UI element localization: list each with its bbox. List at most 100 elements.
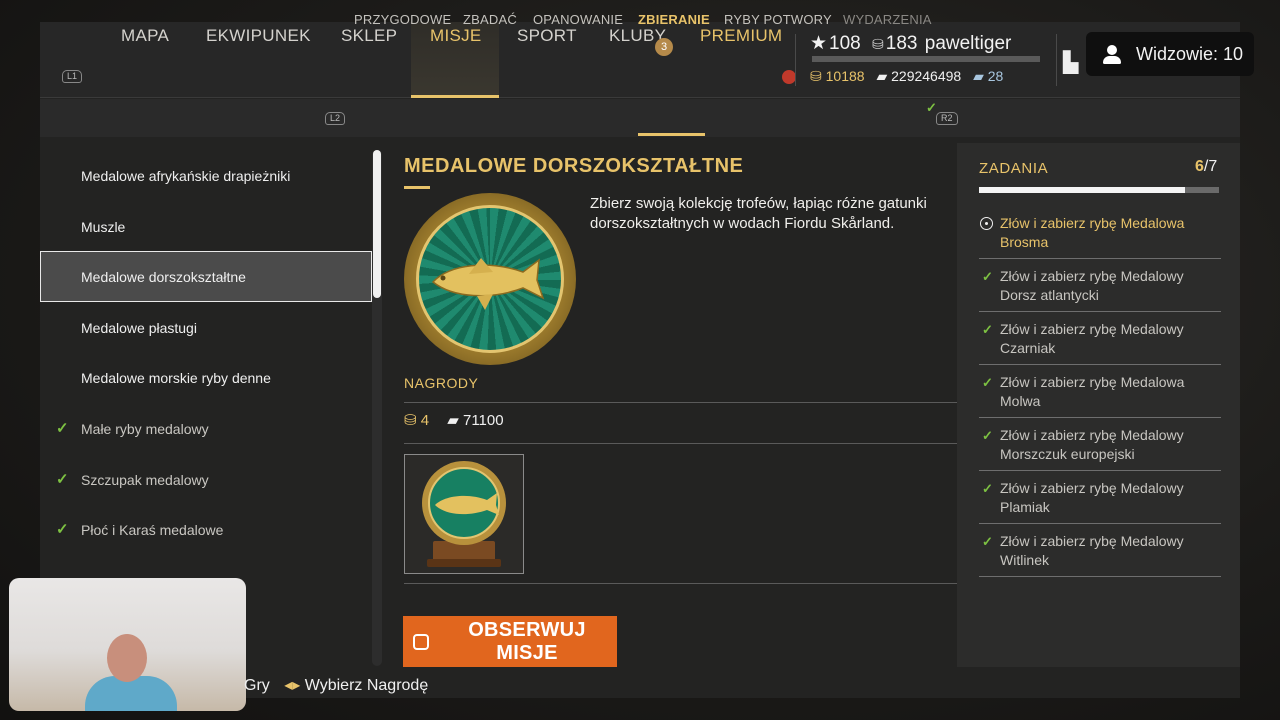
mission-list-item[interactable]: Medalowe afrykańskie drapieżniki <box>40 150 372 201</box>
nav-tab-sport[interactable]: SPORT <box>517 26 577 46</box>
mission-list: Medalowe afrykańskie drapieżniki Muszle … <box>40 150 372 555</box>
r2-button-icon: R2 <box>936 112 958 125</box>
task-item-completed[interactable]: ✓ Złów i zabierz rybę Medalowy Dorsz atl… <box>979 259 1221 312</box>
nav-tab-misje[interactable]: MISJE <box>430 26 482 46</box>
mission-name: Małe ryby medalowy <box>81 420 209 437</box>
mission-name: Płoć i Karaś medalowe <box>81 522 224 539</box>
task-text: Złów i zabierz rybę Medalowa Brosma <box>1000 215 1185 250</box>
target-icon <box>980 217 993 230</box>
nav-separator <box>795 34 796 86</box>
fish-icon <box>431 258 545 310</box>
currency-row: ⛁ 10188 ▰ 229246498 ▰ 28 <box>810 68 1003 85</box>
mission-name: Szczupak medalowy <box>81 471 209 488</box>
task-item-completed[interactable]: ✓ Złów i zabierz rybę Medalowa Molwa <box>979 365 1221 418</box>
footer-hints: Gry ◂▸ Wybierz Nagrodę <box>244 675 428 695</box>
silver-amount: 229246498 <box>891 68 962 84</box>
task-item-current[interactable]: Złów i zabierz rybę Medalowa Brosma <box>979 206 1221 259</box>
square-button-icon <box>413 634 429 650</box>
checkmark-icon: ✓ <box>56 521 69 539</box>
gold-coins-icon: ⛁ <box>404 412 417 429</box>
title-accent-line <box>404 186 430 189</box>
task-text: Złów i zabierz rybę Medalowy Czarniak <box>1000 321 1184 356</box>
mission-medal-image <box>404 193 576 365</box>
divider <box>404 583 957 584</box>
reward-gold-amount: 4 <box>420 412 430 429</box>
subtab-wydarzenia[interactable]: WYDARZENIA <box>843 12 932 27</box>
xp-progress-bar <box>812 56 1040 62</box>
l2-button-icon: L2 <box>325 112 346 125</box>
nav-separator <box>1056 34 1057 86</box>
observe-mission-button[interactable]: OBSERWUJ MISJE <box>403 616 617 667</box>
subtab-active-underline <box>638 133 705 136</box>
mission-name: Medalowe morskie ryby denne <box>81 370 271 387</box>
task-text: Złów i zabierz rybę Medalowy Morszczuk e… <box>1000 427 1184 462</box>
task-text: Złów i zabierz rybę Medalowy Witlinek <box>1000 533 1184 568</box>
task-item-completed[interactable]: ✓ Złów i zabierz rybę Medalowy Plamiak <box>979 471 1221 524</box>
back-hint-label: Gry <box>244 677 270 694</box>
baitcoins-amount: 28 <box>987 68 1004 84</box>
mission-list-item-completed[interactable]: ✓ Płoć i Karaś medalowe <box>40 504 372 555</box>
nav-tab-sklep[interactable]: SKLEP <box>341 26 397 46</box>
mission-name: Medalowe dorszokształtne <box>81 269 246 286</box>
reward-silver-amount: 71100 <box>462 412 504 429</box>
mission-list-item-selected[interactable]: Medalowe dorszokształtne <box>40 251 372 302</box>
tasks-heading: ZADANIA <box>979 160 1049 177</box>
stream-viewers-overlay: Widzowie: 10 <box>1086 32 1254 76</box>
mission-title: MEDALOWE DORSZOKSZTAŁTNE <box>404 155 744 177</box>
player-stats: ★ 108 ⛁ 183 paweltiger <box>810 32 1013 55</box>
task-text: Złów i zabierz rybę Medalowy Plamiak <box>1000 480 1184 515</box>
star-icon: ★ <box>810 33 828 54</box>
nav-tab-mapa[interactable]: MAPA <box>121 26 169 46</box>
checkmark-icon: ✓ <box>982 322 993 337</box>
silver-icon: ▰ <box>876 68 888 84</box>
checkmark-icon: ✓ <box>56 419 69 437</box>
player-level: 108 <box>829 33 861 54</box>
mission-name: Medalowe afrykańskie drapieżniki <box>81 168 291 184</box>
l1-button-icon: L1 <box>62 70 83 83</box>
mission-list-item[interactable]: Medalowe morskie ryby denne <box>40 352 372 403</box>
divider <box>404 443 957 444</box>
mission-description: Zbierz swoją kolekcję trofeów, łapiąc ró… <box>590 195 927 232</box>
reward-row: ⛁ 4 ▰ 71100 <box>404 411 504 429</box>
task-item-completed[interactable]: ✓ Złów i zabierz rybę Medalowy Czarniak <box>979 312 1221 365</box>
checkmark-icon: ✓ <box>982 481 993 496</box>
gold-coins-icon: ⛁ <box>810 68 822 84</box>
rank-icon: ⛁ <box>872 36 884 52</box>
sale-tag-icon <box>782 70 796 84</box>
subtab-zbadac[interactable]: ZBADAĆ <box>463 12 517 27</box>
task-text: Złów i zabierz rybę Medalowy Dorsz atlan… <box>1000 268 1184 303</box>
mission-list-item-completed[interactable]: ✓ Szczupak medalowy <box>40 454 372 505</box>
mission-list-item[interactable]: Medalowe płastugi <box>40 302 372 353</box>
mission-list-item[interactable]: Muszle <box>40 201 372 252</box>
checkmark-icon: ✓ <box>982 428 993 443</box>
scrollbar-thumb[interactable] <box>373 150 381 298</box>
player-rank: 183 <box>885 33 918 54</box>
trophy-icon <box>422 461 506 567</box>
baitcoins-icon: ▰ <box>973 68 984 84</box>
subtab-opanowanie[interactable]: OPANOWANIE <box>533 12 623 27</box>
streamer-head <box>107 634 147 682</box>
subtab-przygodowe[interactable]: PRZYGODOWE <box>354 12 451 27</box>
task-item-completed[interactable]: ✓ Złów i zabierz rybę Medalowy Morszczuk… <box>979 418 1221 471</box>
leaderboard-icon[interactable]: ▙ <box>1063 50 1078 75</box>
mission-list-item-completed[interactable]: ✓ Małe ryby medalowy <box>40 403 372 454</box>
checkmark-icon: ✓ <box>982 534 993 549</box>
viewers-count: Widzowie: 10 <box>1136 43 1244 64</box>
nav-tab-premium[interactable]: PREMIUM <box>700 26 782 46</box>
task-text: Złów i zabierz rybę Medalowa Molwa <box>1000 374 1185 409</box>
task-item-completed[interactable]: ✓ Złów i zabierz rybę Medalowy Witlinek <box>979 524 1221 577</box>
person-icon <box>1102 44 1122 64</box>
subtab-zbieranie[interactable]: ZBIERANIE <box>638 12 710 27</box>
observe-mission-label: OBSERWUJ MISJE <box>468 618 586 664</box>
checkmark-icon: ✓ <box>982 269 993 284</box>
subtab-ryby-potwory[interactable]: RYBY POTWORY <box>724 12 832 27</box>
checkmark-icon: ✓ <box>56 470 69 488</box>
trophy-reward-thumbnail[interactable] <box>404 454 524 574</box>
mission-category-tabs <box>40 99 1240 137</box>
tasks-total: /7 <box>1203 158 1218 175</box>
player-name: paweltiger <box>924 33 1012 54</box>
gold-amount: 10188 <box>825 68 865 84</box>
tasks-counter: 6/7 <box>1195 158 1217 176</box>
tasks-done: 6 <box>1195 158 1204 175</box>
nav-tab-ekwipunek[interactable]: EKWIPUNEK <box>206 26 311 46</box>
